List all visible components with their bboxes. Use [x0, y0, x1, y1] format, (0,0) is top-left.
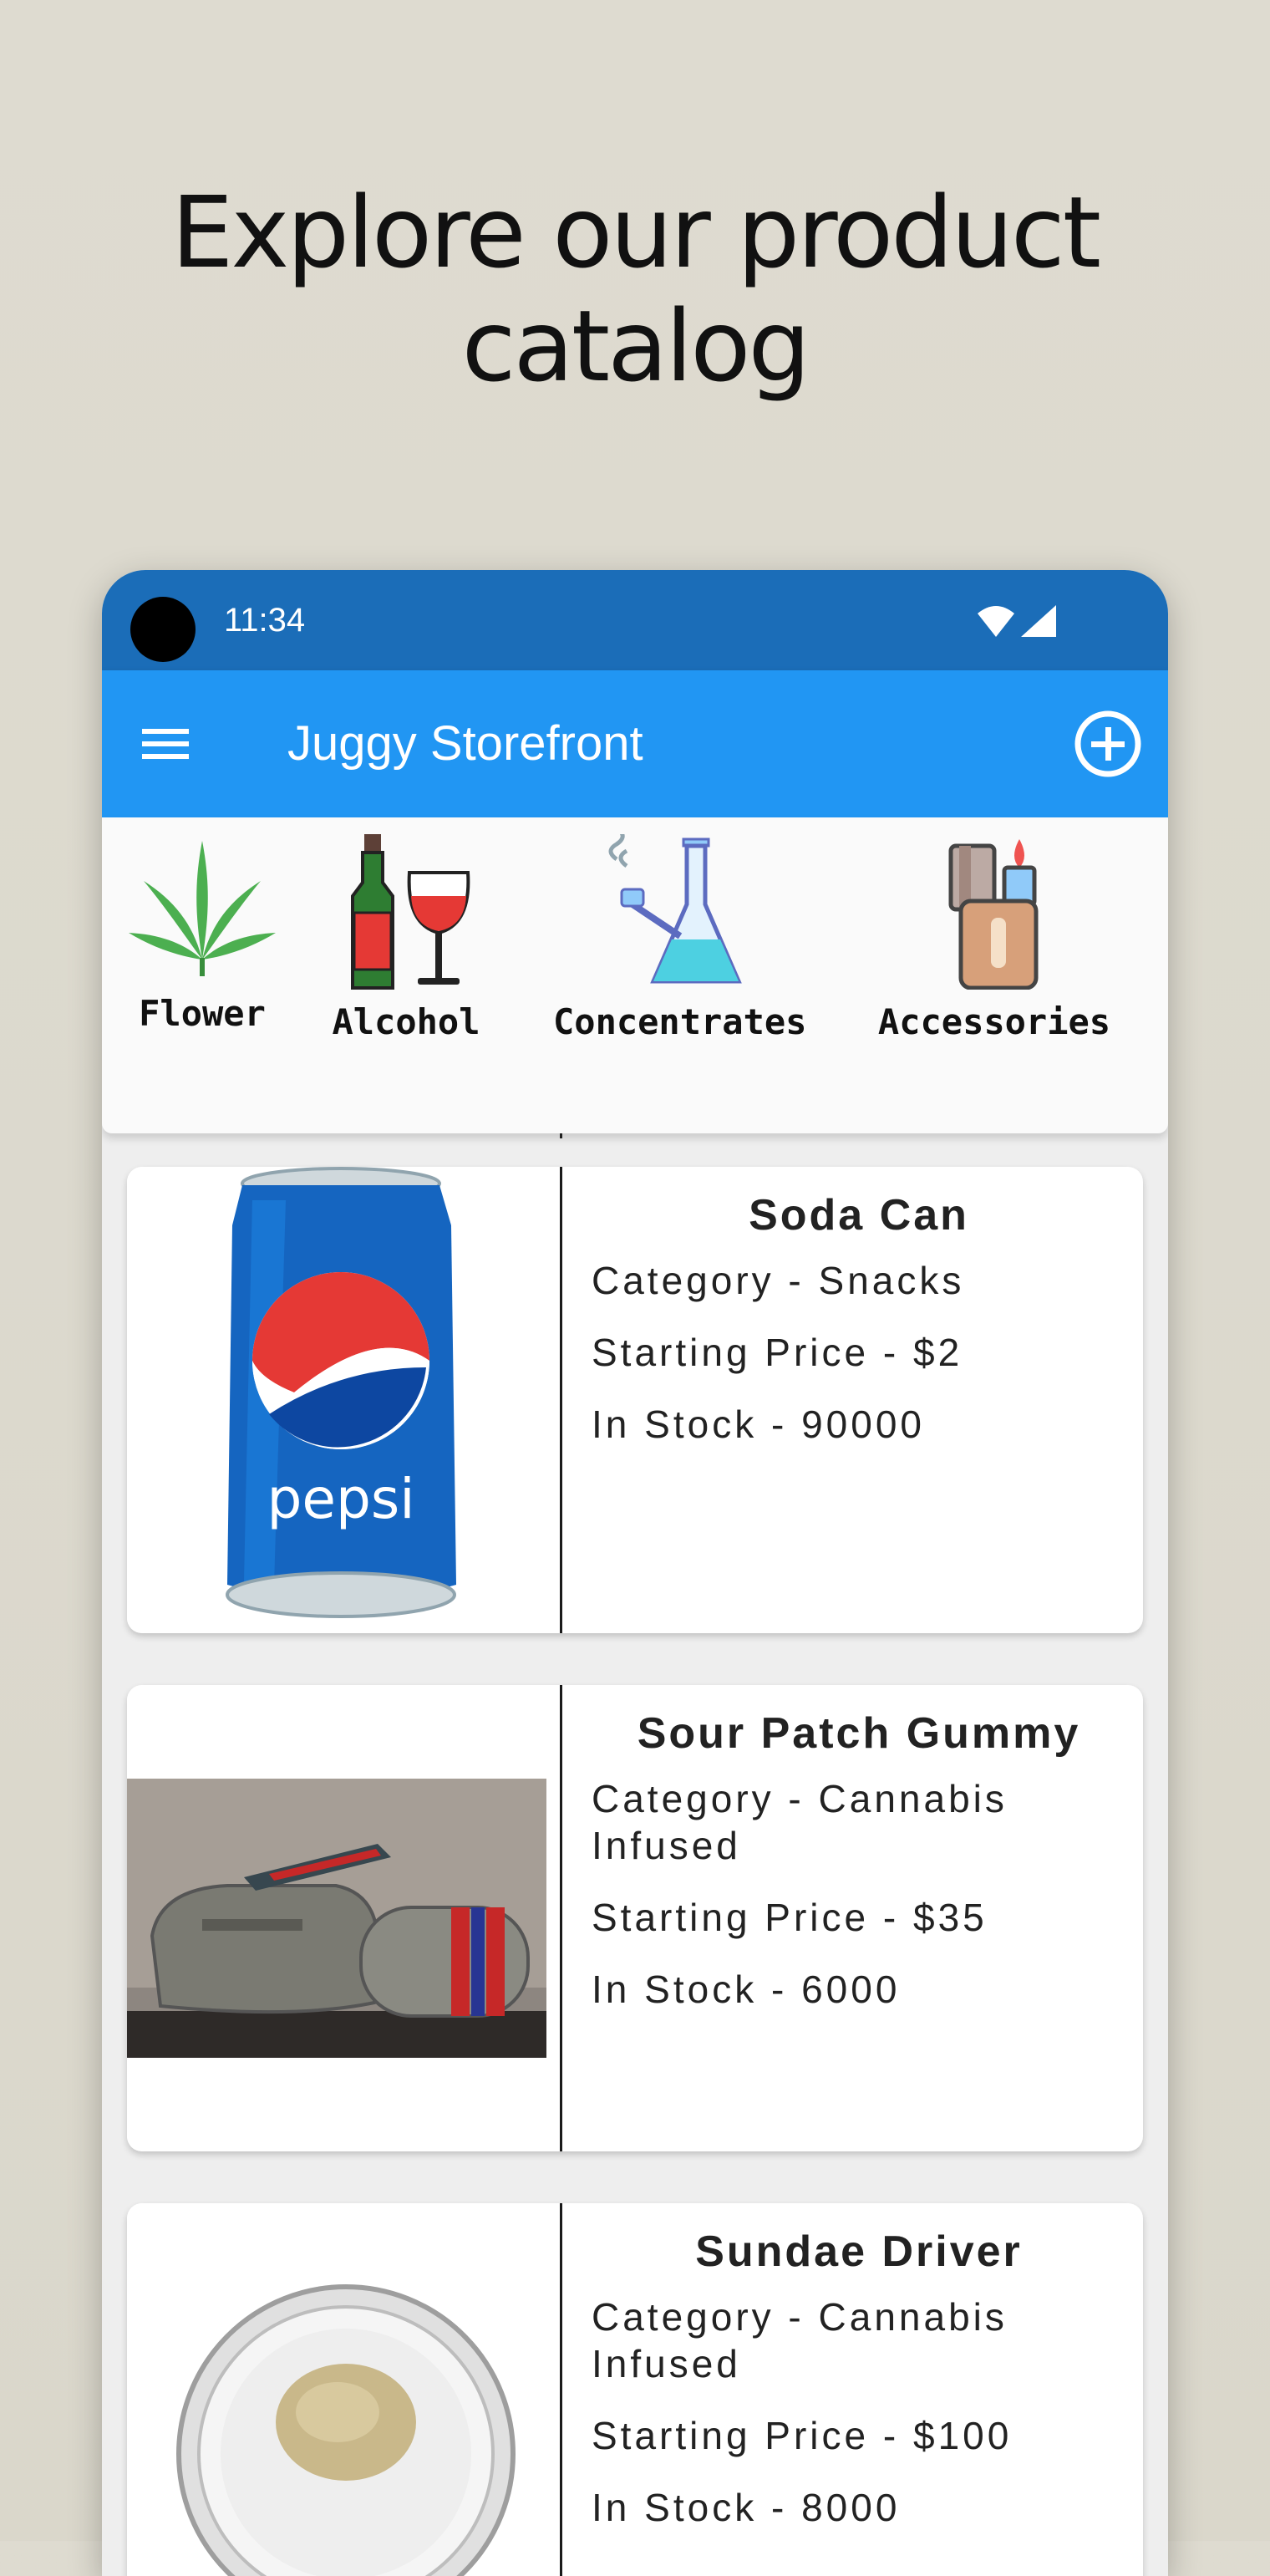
product-info: Sundae Driver Category - Cannabis Infuse… [592, 2227, 1126, 2556]
headline-line-2: catalog [461, 288, 811, 404]
category-alcohol[interactable]: Alcohol [329, 834, 483, 1042]
product-stock: In Stock - 6000 [592, 1968, 901, 2011]
bong-icon [608, 834, 742, 984]
product-card-sundae-driver[interactable]: Sundae Driver Category - Cannabis Infuse… [127, 2203, 1143, 2576]
product-price: Starting Price - $2 [592, 1331, 963, 1374]
camera-cutout [130, 597, 196, 662]
status-icons [978, 605, 1056, 637]
wine-bottle-glass-icon [351, 834, 470, 990]
hamburger-menu-icon[interactable] [140, 719, 190, 769]
product-price: Starting Price - $35 [592, 1896, 988, 1939]
category-strip: Flower Alcohol Concentrates Accessories [102, 817, 1168, 1133]
product-category: Category - Cannabis Infused [592, 1777, 1008, 1867]
app-title: Juggy Storefront [287, 716, 643, 771]
category-label: Flower [139, 993, 266, 1034]
product-name: Soda Can [749, 1191, 969, 1240]
cannabis-leaf-icon [129, 841, 276, 976]
lighter-icon [948, 839, 1039, 990]
product-image: pepsi [127, 1167, 560, 1633]
category-accessories[interactable]: Accessories [869, 834, 1120, 1042]
product-info: Sour Patch Gummy Category - Cannabis Inf… [592, 1708, 1126, 2038]
category-concentrates[interactable]: Concentrates [553, 834, 807, 1042]
headline-line-1: Explore our product [170, 175, 1101, 290]
category-label: Alcohol [332, 1001, 480, 1042]
product-category: Category - Cannabis Infused [592, 2295, 1008, 2385]
product-image [127, 1685, 560, 2151]
app-bar: Juggy Storefront [102, 670, 1168, 817]
category-flower[interactable]: Flower [125, 834, 279, 1034]
svg-text:pepsi: pepsi [267, 1467, 414, 1531]
card-divider [560, 2203, 562, 2576]
concentrate-jar-image [176, 2284, 516, 2576]
card-divider [560, 1167, 562, 1633]
product-category: Category - Snacks [592, 1259, 965, 1302]
phone-frame: 11:34 Juggy Storefront Flower Alcohol Co… [102, 570, 1168, 2576]
headline: Explore our product catalog [0, 176, 1270, 403]
designer-bags-image [127, 1779, 546, 2058]
product-card-soda-can[interactable]: pepsi Soda Can Category - Snacks Startin… [127, 1167, 1143, 1633]
product-name: Sundae Driver [695, 2227, 1023, 2276]
pepsi-can-image: pepsi [226, 1167, 456, 1618]
card-divider [560, 1685, 562, 2151]
product-card-sour-patch-gummy[interactable]: Sour Patch Gummy Category - Cannabis Inf… [127, 1685, 1143, 2151]
product-stock: In Stock - 90000 [592, 1403, 925, 1446]
category-label: Concentrates [553, 1001, 807, 1042]
product-info: Soda Can Category - Snacks Starting Pric… [592, 1190, 1126, 1473]
category-label: Accessories [877, 1001, 1111, 1042]
list-divider-stub [560, 1133, 562, 1138]
status-bar: 11:34 [102, 570, 1168, 670]
add-circle-icon[interactable] [1073, 709, 1143, 779]
wifi-icon [978, 606, 1014, 637]
product-name: Sour Patch Gummy [637, 1709, 1081, 1758]
status-time: 11:34 [224, 602, 306, 639]
signal-icon [1021, 605, 1056, 637]
product-stock: In Stock - 8000 [592, 2486, 901, 2529]
product-image [127, 2203, 560, 2576]
product-price: Starting Price - $100 [592, 2414, 1013, 2457]
